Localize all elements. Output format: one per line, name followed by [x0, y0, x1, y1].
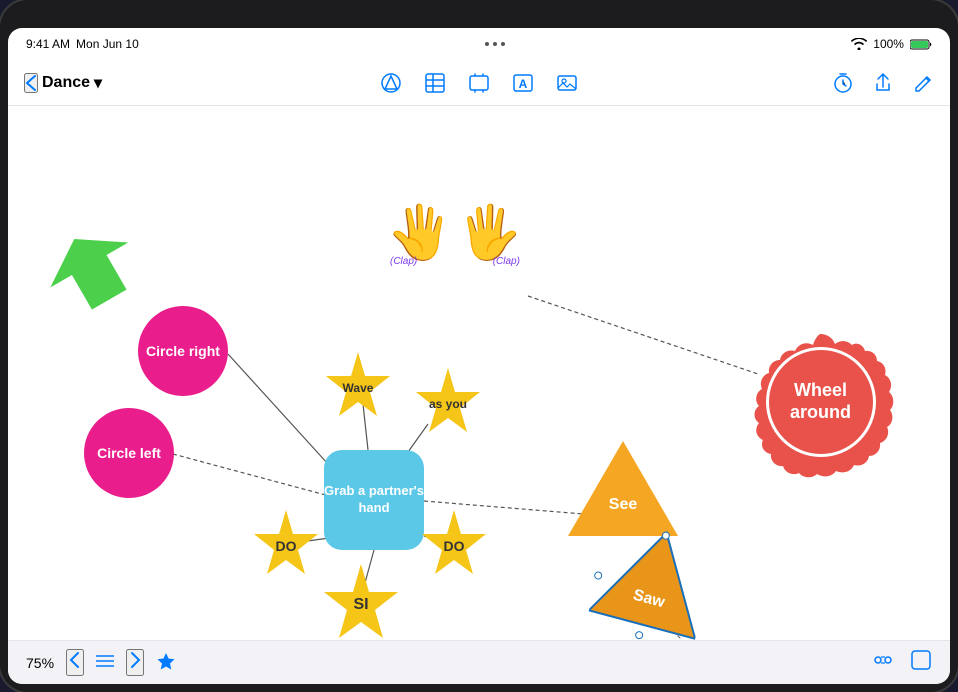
- nav-prev-button[interactable]: [66, 649, 84, 676]
- circle-left-node[interactable]: Circle left: [84, 408, 174, 498]
- do-left-star[interactable]: DO: [246, 506, 326, 586]
- wifi-icon: [851, 38, 867, 50]
- toolbar: Dance ▾: [8, 60, 950, 106]
- table-tool-icon[interactable]: [424, 72, 446, 94]
- photo-tool-icon[interactable]: [556, 72, 578, 94]
- favorites-button[interactable]: [156, 651, 176, 674]
- wave-label: Wave: [343, 381, 374, 395]
- frame-tool-icon[interactable]: [468, 72, 490, 94]
- wheel-around-inner: Wheel around: [766, 347, 876, 457]
- toolbar-left: Dance ▾: [24, 73, 252, 93]
- back-button[interactable]: [24, 73, 38, 93]
- as-you-label: as you: [429, 397, 467, 411]
- do-right-star[interactable]: DO: [414, 506, 494, 586]
- circle-right-node[interactable]: Circle right: [138, 306, 228, 396]
- clap-hands[interactable]: 🖐 🖐 (Clap) (Clap): [388, 202, 522, 263]
- bottom-right: [872, 649, 932, 676]
- list-button[interactable]: [96, 654, 114, 671]
- bottom-left: 75%: [26, 649, 176, 676]
- clap-right-label: (Clap): [493, 256, 520, 267]
- status-left: 9:41 AM Mon Jun 10: [26, 37, 139, 51]
- do-left-label: DO: [276, 538, 297, 554]
- bottom-bar: 75%: [8, 640, 950, 684]
- nav-next-button[interactable]: [126, 649, 144, 676]
- ipad-frame: 9:41 AM Mon Jun 10 100%: [0, 0, 958, 692]
- time: 9:41 AM: [26, 37, 70, 51]
- date: Mon Jun 10: [76, 37, 139, 51]
- text-tool-icon[interactable]: A: [512, 72, 534, 94]
- page-view-icon[interactable]: [910, 649, 932, 676]
- wave-star[interactable]: Wave: [318, 348, 398, 428]
- document-title[interactable]: Dance ▾: [42, 73, 102, 93]
- as-you-star[interactable]: as you: [408, 364, 488, 444]
- timer-icon[interactable]: [832, 72, 854, 94]
- edit-icon[interactable]: [912, 72, 934, 94]
- distribute-icon[interactable]: [872, 649, 894, 676]
- shape-tool-icon[interactable]: [380, 72, 402, 94]
- status-right: 100%: [851, 37, 932, 51]
- ipad-screen: 9:41 AM Mon Jun 10 100%: [8, 28, 950, 684]
- battery-icon: [910, 39, 932, 50]
- do-right-label: DO: [444, 538, 465, 554]
- wheel-around-node[interactable]: Wheel around: [743, 324, 898, 479]
- svg-text:A: A: [519, 77, 528, 91]
- si-label: SI: [353, 596, 368, 614]
- zoom-level[interactable]: 75%: [26, 655, 54, 671]
- battery: 100%: [873, 37, 904, 51]
- share-icon[interactable]: [872, 72, 894, 94]
- status-dots: [485, 42, 505, 46]
- green-arrow[interactable]: [35, 217, 150, 327]
- center-node[interactable]: Grab a partner's hand: [324, 450, 424, 550]
- toolbar-center: A: [252, 72, 707, 94]
- si-star[interactable]: SI: [316, 560, 406, 640]
- clap-left-label: (Clap): [390, 256, 417, 267]
- see-label: See: [609, 496, 637, 514]
- toolbar-right: [707, 72, 935, 94]
- status-bar: 9:41 AM Mon Jun 10 100%: [8, 28, 950, 60]
- canvas: Circle right Circle left 🖐 🖐 (Clap) (Cla…: [8, 106, 950, 640]
